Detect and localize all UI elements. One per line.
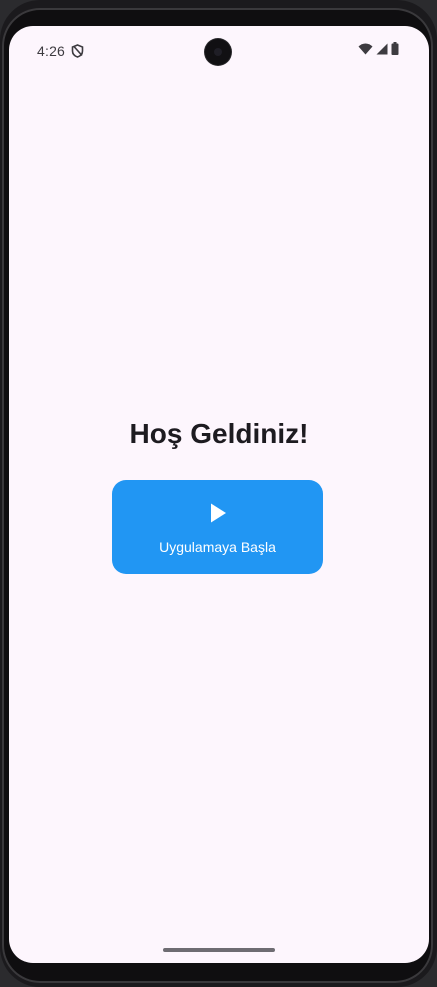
main-content: Hoş Geldiniz! Uygulamaya Başla [9,26,429,963]
home-indicator[interactable] [163,948,275,952]
play-icon [208,502,228,524]
device-frame: 4:26 Hoş Geldiniz! Uygulamaya Başla [0,0,437,987]
welcome-title: Hoş Geldiniz! [129,418,309,449]
app-screen: 4:26 Hoş Geldiniz! Uygulamaya Başla [9,26,429,963]
start-app-button[interactable]: Uygulamaya Başla [112,480,323,574]
start-app-label: Uygulamaya Başla [159,539,276,555]
